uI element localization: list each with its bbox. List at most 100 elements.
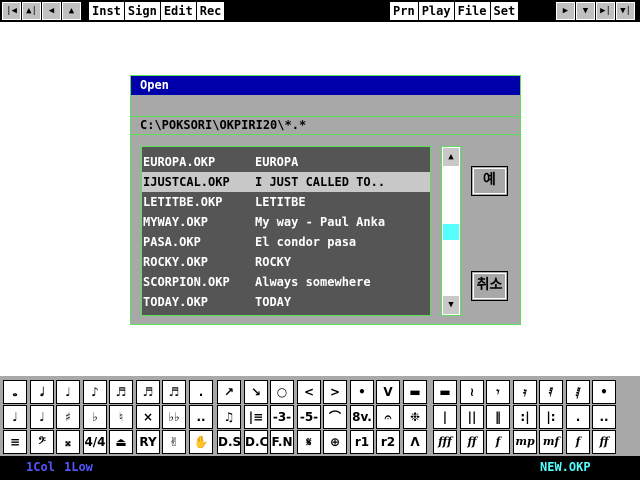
palette-symbol[interactable]: ↘ <box>244 380 268 404</box>
palette-symbol[interactable]: D.S <box>217 430 241 454</box>
path-field[interactable]: C:\POKSORI\OKPIRI20\*.* <box>131 116 520 135</box>
menu-file[interactable]: File <box>453 2 490 20</box>
palette-symbol[interactable]: ♬ <box>162 380 186 404</box>
palette-symbol[interactable]: ♫ <box>217 405 241 429</box>
palette-symbol[interactable]: ⏏ <box>109 430 133 454</box>
menu-play[interactable]: Play <box>417 2 454 20</box>
palette-symbol[interactable]: V <box>376 380 400 404</box>
palette-symbol[interactable]: F.N <box>270 430 294 454</box>
file-row[interactable]: IJUSTCAL.OKP I JUST CALLED TO.. <box>142 172 430 192</box>
palette-symbol[interactable]: ▬ <box>433 380 457 404</box>
palette-symbol[interactable]: ff <box>460 430 484 454</box>
palette-symbol[interactable]: ♯ <box>56 405 80 429</box>
palette-symbol[interactable]: 𝅀 <box>539 380 563 404</box>
scrollbar[interactable]: ▲ ▼ <box>441 146 461 316</box>
palette-symbol[interactable]: × <box>136 405 160 429</box>
palette-symbol[interactable]: .. <box>189 405 213 429</box>
palette-symbol[interactable]: fff <box>433 430 457 454</box>
palette-symbol[interactable]: 𝄋 <box>297 430 321 454</box>
palette-symbol[interactable]: 𝄾 <box>486 380 510 404</box>
palette-symbol[interactable]: 𝅗𝅥 <box>30 380 54 404</box>
palette-symbol[interactable]: ○ <box>270 380 294 404</box>
palette-symbol[interactable]: r2 <box>376 430 400 454</box>
palette-symbol[interactable]: RY <box>136 430 160 454</box>
next-button[interactable]: ▶ <box>556 2 575 20</box>
menu-set[interactable]: Set <box>489 2 519 20</box>
palette-symbol[interactable]: .. <box>592 405 616 429</box>
palette-symbol[interactable]: ‖ <box>486 405 510 429</box>
file-row[interactable]: ROCKY.OKP ROCKY <box>142 252 430 272</box>
last-page-button[interactable]: ▶| <box>596 2 615 20</box>
palette-symbol[interactable]: Λ <box>403 430 427 454</box>
palette-symbol[interactable]: ff <box>592 430 616 454</box>
file-row[interactable]: MYWAY.OKP My way - Paul Anka <box>142 212 430 232</box>
palette-symbol[interactable]: :| <box>513 405 537 429</box>
palette-symbol[interactable]: | <box>433 405 457 429</box>
file-row[interactable]: SCORPION.OKP Always somewhere <box>142 272 430 292</box>
palette-symbol[interactable]: ♮ <box>109 405 133 429</box>
palette-symbol[interactable]: mf <box>539 430 563 454</box>
palette-symbol[interactable]: 𝄪 <box>56 430 80 454</box>
page-up-button[interactable]: ▲| <box>22 2 41 20</box>
menu-prn[interactable]: Prn <box>390 2 418 20</box>
palette-symbol[interactable]: • <box>592 380 616 404</box>
palette-symbol[interactable]: < <box>297 380 321 404</box>
file-row[interactable]: EUROPA.OKP EUROPA <box>142 152 430 172</box>
palette-symbol[interactable]: D.C <box>244 430 268 454</box>
palette-symbol[interactable]: ♩ <box>56 380 80 404</box>
palette-symbol[interactable]: f <box>566 430 590 454</box>
palette-symbol[interactable]: 𝅁 <box>566 380 590 404</box>
palette-symbol[interactable]: ♬ <box>136 380 160 404</box>
page-down-button[interactable]: ▼| <box>616 2 635 20</box>
prev-button[interactable]: ◀ <box>42 2 61 20</box>
palette-symbol[interactable]: ✌ <box>162 430 186 454</box>
palette-symbol[interactable]: -3- <box>270 405 294 429</box>
palette-symbol[interactable]: 𝄢 <box>30 430 54 454</box>
palette-symbol[interactable]: ♩ <box>30 405 54 429</box>
palette-symbol[interactable]: ♩ <box>3 405 27 429</box>
palette-symbol[interactable]: ♪ <box>83 380 107 404</box>
first-page-button[interactable]: |◀ <box>2 2 21 20</box>
menu-inst[interactable]: Inst <box>89 2 124 20</box>
palette-symbol[interactable]: ↗ <box>217 380 241 404</box>
file-row[interactable]: LETITBE.OKP LETITBE <box>142 192 430 212</box>
palette-symbol[interactable]: ♬ <box>109 380 133 404</box>
palette-symbol[interactable]: ▬ <box>403 380 427 404</box>
palette-symbol[interactable]: 𝄐 <box>376 405 400 429</box>
palette-symbol[interactable]: mp <box>513 430 537 454</box>
palette-symbol[interactable]: 𝄿 <box>513 380 537 404</box>
up-button[interactable]: ▲ <box>62 2 81 20</box>
palette-symbol[interactable]: 𝅝 <box>3 380 27 404</box>
palette-symbol[interactable]: f <box>486 430 510 454</box>
palette-symbol[interactable]: || <box>460 405 484 429</box>
menu-edit[interactable]: Edit <box>159 2 196 20</box>
scroll-down-button[interactable]: ▼ <box>443 296 459 314</box>
file-list[interactable]: EUROPA.OKP EUROPA IJUSTCAL.OKP I JUST CALLE… <box>141 146 431 316</box>
down-button[interactable]: ▼ <box>576 2 595 20</box>
scroll-thumb[interactable] <box>443 224 459 240</box>
palette-symbol[interactable]: r1 <box>350 430 374 454</box>
palette-symbol[interactable]: ♭♭ <box>162 405 186 429</box>
palette-symbol[interactable]: ✋ <box>189 430 213 454</box>
palette-symbol[interactable]: -5- <box>297 405 321 429</box>
menu-rec[interactable]: Rec <box>195 2 225 20</box>
palette-symbol[interactable]: . <box>566 405 590 429</box>
palette-symbol[interactable]: ❉ <box>403 405 427 429</box>
palette-symbol[interactable]: |: <box>539 405 563 429</box>
palette-symbol[interactable]: > <box>323 380 347 404</box>
cancel-button[interactable]: 취소 <box>471 271 508 301</box>
palette-symbol[interactable]: 8v. <box>350 405 374 429</box>
menu-sign[interactable]: Sign <box>123 2 160 20</box>
palette-symbol[interactable]: ≀ <box>460 380 484 404</box>
file-row[interactable]: TODAY.OKP TODAY <box>142 292 430 312</box>
palette-symbol[interactable]: 4/4 <box>83 430 107 454</box>
palette-symbol[interactable]: ⊕ <box>323 430 347 454</box>
palette-symbol[interactable]: . <box>189 380 213 404</box>
palette-symbol[interactable]: • <box>350 380 374 404</box>
palette-symbol[interactable]: ⌒ <box>323 405 347 429</box>
palette-symbol[interactable]: ≡ <box>3 430 27 454</box>
scroll-up-button[interactable]: ▲ <box>443 148 459 166</box>
palette-symbol[interactable]: |≡ <box>244 405 268 429</box>
ok-button[interactable]: 예 <box>471 166 508 196</box>
palette-symbol[interactable]: ♭ <box>83 405 107 429</box>
